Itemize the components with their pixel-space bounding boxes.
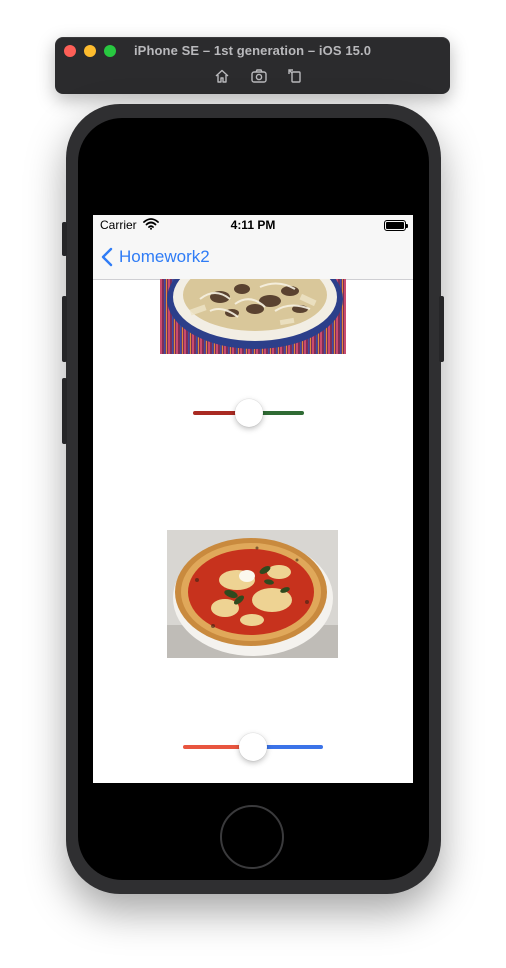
device-home-button[interactable] [220, 805, 284, 869]
status-time: 4:11 PM [230, 218, 276, 232]
bottom-slider-thumb[interactable] [239, 733, 267, 761]
volume-down-button [62, 378, 67, 444]
top-slider-thumb[interactable] [235, 399, 263, 427]
rotate-icon[interactable] [286, 67, 304, 85]
simulator-title: iPhone SE – 1st generation – iOS 15.0 [133, 43, 372, 58]
screenshot-icon[interactable] [250, 67, 268, 85]
power-button [439, 296, 444, 362]
back-button-label: Homework2 [119, 247, 210, 266]
volume-up-button [62, 296, 67, 362]
mute-switch [62, 222, 67, 256]
home-icon[interactable] [213, 67, 231, 85]
app-screen: Carrier 4:11 PM Homework2 [93, 215, 413, 783]
battery-icon [384, 220, 408, 231]
chevron-left-icon [101, 247, 113, 267]
simulator-toolbar [55, 67, 450, 85]
back-button[interactable]: Homework2 [101, 245, 210, 269]
status-bar: Carrier 4:11 PM [93, 215, 413, 235]
simulator-title-bar: iPhone SE – 1st generation – iOS 15.0 [55, 37, 450, 94]
top-slider[interactable] [193, 399, 304, 427]
bottom-slider[interactable] [183, 733, 323, 761]
navigation-bar: Homework2 [93, 235, 413, 280]
pasta-image [160, 279, 346, 354]
pizza-image [167, 530, 338, 658]
